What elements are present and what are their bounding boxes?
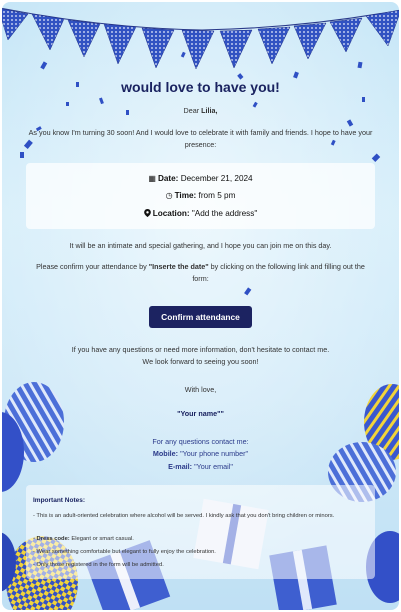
note-item-3: - Wear something comfortable but elegant… <box>33 549 216 555</box>
time-row: ◷ Time: from 5 pm <box>26 191 375 200</box>
clock-icon: ◷ <box>165 191 173 200</box>
event-details-box: ▦ Date: December 21, 2024 ◷ Time: from 5 p… <box>26 163 375 229</box>
questions-line-1: If you have any questions or need more i… <box>71 345 330 354</box>
email-value: "Your email" <box>194 462 233 471</box>
location-label: Location: <box>152 209 190 218</box>
email-label: E-mail: <box>168 462 193 471</box>
signature: "Your name"" <box>177 409 224 418</box>
greeting: Dear Lilia, <box>22 105 379 117</box>
confirm-text: Please confirm your attendance by "Inser… <box>28 261 373 285</box>
gathering-text: It will be an intimate and special gathe… <box>69 241 332 250</box>
note-item-2: - Dress code: Elegant or smart casual. <box>33 536 134 542</box>
invitation-content: would love to have you! Dear Lilia, As y… <box>2 2 399 610</box>
map-pin-icon <box>143 209 151 217</box>
date-row: ▦ Date: December 21, 2024 <box>26 174 375 183</box>
calendar-icon: ▦ <box>148 174 156 183</box>
time-label: Time: <box>174 191 197 200</box>
confirm-suffix: by clicking on the following link and fi… <box>192 262 365 283</box>
date-value: December 21, 2024 <box>180 174 253 183</box>
greeting-prefix: Dear <box>183 106 202 115</box>
mobile-label: Mobile: <box>152 449 179 458</box>
confirm-prefix: Please confirm your attendance by <box>36 262 149 271</box>
important-notes-box: Important Notes: - This is an adult-orie… <box>26 485 375 579</box>
invitation-card: would love to have you! Dear Lilia, As y… <box>2 2 399 610</box>
questions-line-2: We look forward to seeing you soon! <box>142 357 259 366</box>
location-value: "Add the address" <box>191 209 258 218</box>
date-label: Date: <box>157 174 179 183</box>
confirm-date: "Inserte the date" <box>148 262 209 271</box>
contact-heading: For any questions contact me: <box>152 437 249 446</box>
location-row: Location: "Add the address" <box>26 209 375 218</box>
time-value: from 5 pm <box>198 191 236 200</box>
closing-text: With love, <box>184 385 217 394</box>
note-item-1: - This is an adult-oriented celebration … <box>33 513 335 519</box>
notes-heading: Important Notes: <box>33 497 85 504</box>
mobile-row: Mobile: "Your phone number" <box>22 448 379 460</box>
email-row: E-mail: "Your email" <box>22 461 379 473</box>
dress-code-label: Dress code: <box>36 536 70 542</box>
dress-code-text: Elegant or smart casual. <box>69 536 134 542</box>
note-item-4: - Only those registered in the form will… <box>33 562 164 568</box>
mobile-value: "Your phone number" <box>180 449 249 458</box>
confirm-attendance-button[interactable]: Confirm attendance <box>149 306 252 328</box>
page-title: would love to have you! <box>121 79 280 95</box>
intro-text: As you know I'm turning 30 soon! And I w… <box>28 128 373 149</box>
guest-name: Lilia, <box>201 106 218 115</box>
